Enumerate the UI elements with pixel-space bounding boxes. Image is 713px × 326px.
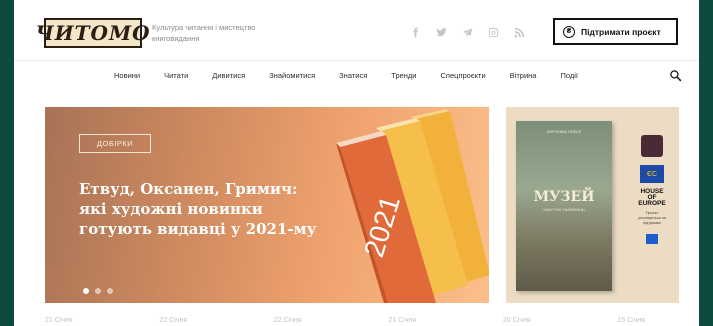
search-icon[interactable] [669, 69, 682, 82]
news-date: 22 Січня [273, 317, 302, 324]
nav-item-events[interactable]: Події [560, 71, 578, 80]
support-label: Підтримати проєкт [581, 26, 661, 37]
social-links [409, 26, 525, 38]
news-date: 20 Січня [502, 317, 531, 324]
twitter-icon[interactable] [435, 26, 447, 38]
header-divider [14, 60, 699, 61]
nav-item-watch[interactable]: Дивитися [212, 71, 245, 80]
rss-icon[interactable] [513, 26, 525, 38]
ad-book-subtitle: ЗАБУТИХ ТАЄМНИЦЬ [543, 207, 585, 212]
instagram-icon[interactable] [487, 26, 499, 38]
support-project-button[interactable]: ₴ Підтримати проєкт [553, 18, 678, 45]
nav-item-read[interactable]: Читати [164, 71, 188, 80]
nav-item-news[interactable]: Новини [114, 71, 140, 80]
logo-text: ЧИТОМО [35, 21, 151, 45]
slider-dot-2[interactable] [95, 288, 101, 294]
support-icon: ₴ [563, 25, 575, 38]
ad-partner-logos: ЄС HOUSE OF EUROPE Проєкт реалізується з… [636, 135, 668, 244]
news-date: 22 Січня [159, 317, 188, 324]
news-date: 21 Січня [45, 317, 73, 324]
ad-support-text: Проєкт реалізується за підтримки [638, 211, 666, 225]
news-dates-row: 21 Січня 22 Січня 22 Січня 21 Січня 20 С… [45, 317, 645, 324]
news-date: 15 Січня [617, 317, 645, 324]
hero-title[interactable]: Етвуд, Оксанен, Гримич: які художні нови… [79, 179, 319, 239]
slider-dot-1[interactable] [83, 288, 89, 294]
books-illustration: 2021 [336, 109, 489, 303]
ad-book-cover: ВЕРОНІКА НОВОЇ МУЗЕЙ ЗАБУТИХ ТАЄМНИЦЬ [516, 121, 612, 291]
nav-item-showcase[interactable]: Вітрина [510, 71, 537, 80]
publisher-logo [641, 135, 663, 157]
hero-slider[interactable]: ДОБІРКИ Етвуд, Оксанен, Гримич: які худо… [45, 107, 489, 303]
slider-dots [83, 288, 113, 294]
main-nav: Новини Читати Дивитися Знайомитися Знати… [114, 71, 602, 80]
partner-name: HOUSE OF EUROPE [638, 188, 666, 207]
hero-category-tag[interactable]: ДОБІРКИ [79, 134, 151, 153]
page: ЧИТОМО Культура читання і мистецтво книг… [14, 0, 699, 326]
eu-flag-icon: ЄС [640, 165, 664, 183]
nav-item-meet[interactable]: Знайомитися [269, 71, 315, 80]
ad-book-author: ВЕРОНІКА НОВОЇ [547, 129, 581, 134]
facebook-icon[interactable] [409, 26, 421, 38]
site-logo[interactable]: ЧИТОМО [35, 18, 150, 48]
ad-book-title: МУЗЕЙ [533, 189, 595, 205]
nav-item-know[interactable]: Знатися [339, 71, 367, 80]
site-tagline: Культура читання і мистецтво книговиданн… [152, 23, 256, 43]
slider-dot-3[interactable] [107, 288, 113, 294]
nav-item-trends[interactable]: Тренди [391, 71, 416, 80]
side-ad-banner[interactable]: ВЕРОНІКА НОВОЇ МУЗЕЙ ЗАБУТИХ ТАЄМНИЦЬ ЄС… [506, 107, 679, 303]
ukraine-flag-icon [646, 234, 658, 244]
telegram-icon[interactable] [461, 26, 473, 38]
nav-item-specials[interactable]: Спецпроєкти [441, 71, 486, 80]
news-date: 21 Січня [388, 317, 417, 324]
